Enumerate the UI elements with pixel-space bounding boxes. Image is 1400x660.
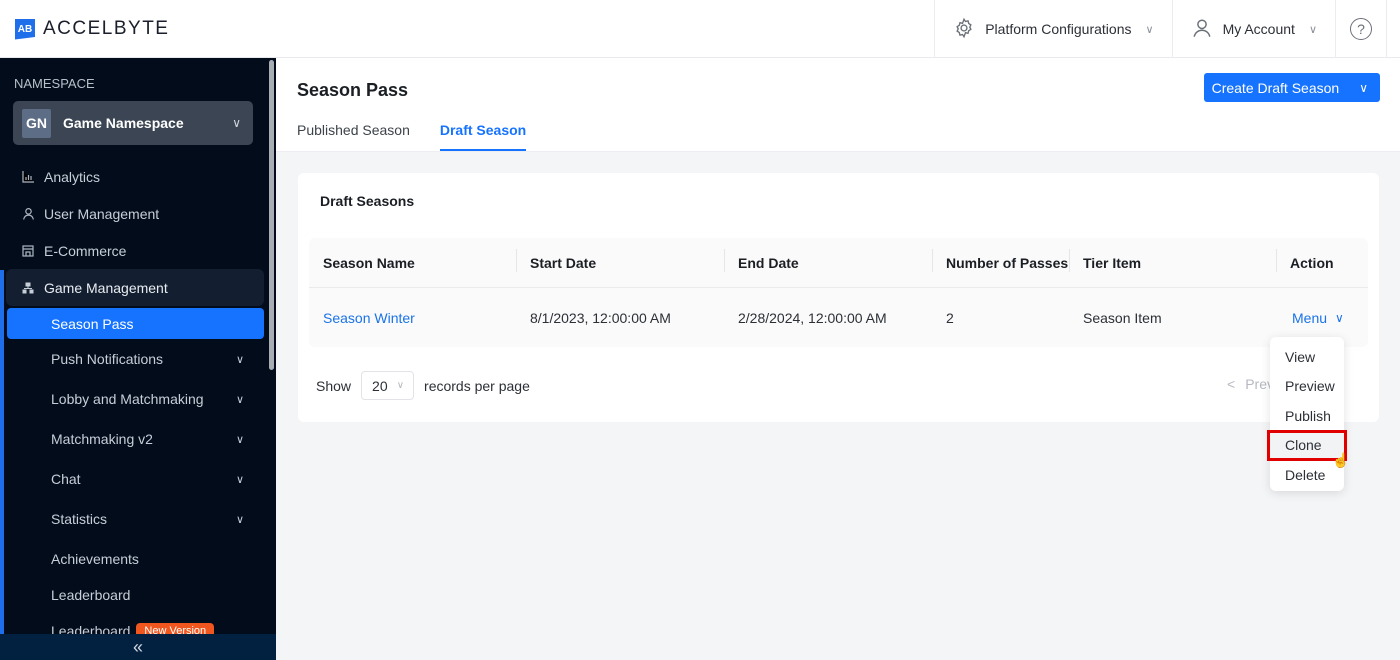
sidebar-item-label: Game Management <box>44 279 168 296</box>
sidebar-scrollbar[interactable] <box>269 60 274 370</box>
gear-icon <box>953 17 975 42</box>
sidebar-subitem-label: Leaderboard <box>51 587 131 603</box>
platform-configurations-menu[interactable]: Platform Configurations ∨ <box>934 0 1171 58</box>
help-icon: ? <box>1350 18 1372 40</box>
sidebar-item-label: E-Commerce <box>44 242 127 259</box>
sidebar-subitem-label: Chat <box>51 471 81 487</box>
chevron-down-icon: ∨ <box>235 433 244 446</box>
column-header: Start Date <box>516 248 724 272</box>
sidebar-item-e-commerce[interactable]: E-Commerce <box>0 232 270 269</box>
sidebar-subitem-matchmaking-v2[interactable]: Matchmaking v2 ∨ <box>0 419 270 459</box>
logo-mark-icon: AB <box>15 18 35 40</box>
menu-item-publish[interactable]: Publish <box>1270 401 1344 431</box>
sidebar-subitem-statistics[interactable]: Statistics ∨ <box>0 499 270 539</box>
sidebar-subitem-label: Push Notifications <box>51 351 164 367</box>
accelbyte-logo[interactable]: AB ACCELBYTE <box>15 18 169 40</box>
tier-item-cell: Season Item <box>1083 309 1162 326</box>
chevron-down-icon: ∨ <box>1335 310 1344 325</box>
column-header: Number of Passes <box>932 248 1069 272</box>
prev-page-button[interactable]: < Prev <box>1227 376 1274 392</box>
hand-cursor-icon: ☝ <box>1332 452 1350 468</box>
sidebar-subitem-season-pass[interactable]: Season Pass <box>7 308 264 339</box>
sidebar-subitem-leaderboard[interactable]: Leaderboard <box>0 579 270 611</box>
chevron-down-icon: ∨ <box>235 513 244 526</box>
create-draft-season-label: Create Draft Season <box>1211 79 1340 96</box>
my-account-label: My Account <box>1222 21 1295 37</box>
column-header: Tier Item <box>1069 248 1276 272</box>
tab-draft-season[interactable]: Draft Season <box>439 122 527 151</box>
season-name-link[interactable]: Season Winter <box>323 310 415 326</box>
chevron-down-icon: ∨ <box>396 380 405 391</box>
number-of-passes-cell: 2 <box>946 309 954 326</box>
help-button[interactable]: ? <box>1335 0 1387 58</box>
platform-configurations-label: Platform Configurations <box>985 21 1132 37</box>
action-menu-label: Menu <box>1292 309 1328 326</box>
pagination-controls: Show 20 ∨ records per page <box>316 371 530 400</box>
sitemap-icon <box>21 281 35 295</box>
sidebar-item-game-management[interactable]: Game Management <box>6 269 264 306</box>
sidebar-item-label: User Management <box>44 205 160 222</box>
sidebar-item-user-management[interactable]: User Management <box>0 195 270 232</box>
create-draft-season-button[interactable]: Create Draft Season ∨ <box>1203 73 1380 102</box>
menu-item-preview[interactable]: Preview <box>1270 372 1344 402</box>
user-icon <box>21 207 35 221</box>
show-label: Show <box>316 377 352 394</box>
namespace-label: NAMESPACE <box>14 76 95 91</box>
chevron-down-icon[interactable]: ∨ <box>1351 81 1380 95</box>
table-header: Season Name Start Date End Date Number o… <box>309 238 1368 288</box>
store-icon <box>21 244 35 258</box>
sidebar-item-label: Analytics <box>44 168 101 185</box>
page-header: Season Pass Create Draft Season ∨ Publis… <box>276 58 1400 152</box>
table-row: Season Winter 8/1/2023, 12:00:00 AM 2/28… <box>309 288 1368 347</box>
sidebar-subitem-label: Season Pass <box>51 315 134 332</box>
draft-seasons-table: Season Name Start Date End Date Number o… <box>309 238 1368 347</box>
chart-icon <box>21 170 35 184</box>
sidebar-subitem-push-notifications[interactable]: Push Notifications ∨ <box>0 339 270 379</box>
page-title: Season Pass <box>297 80 409 100</box>
sidebar: NAMESPACE GN Game Namespace ∨ Analytics … <box>0 58 276 660</box>
double-chevron-left-icon: « <box>132 636 143 657</box>
my-account-menu[interactable]: My Account ∨ <box>1171 0 1335 58</box>
logo-text: ACCELBYTE <box>43 18 170 39</box>
action-menu-button[interactable]: Menu ∨ <box>1276 310 1368 326</box>
top-header: AB ACCELBYTE Platform Configurations ∨ M… <box>0 0 1400 58</box>
user-icon <box>1191 17 1213 42</box>
sidebar-nav: Analytics User Management E-Commerce Gam… <box>0 158 270 651</box>
start-date-cell: 8/1/2023, 12:00:00 AM <box>530 309 671 326</box>
draft-seasons-card: Draft Seasons Season Name Start Date End… <box>298 173 1379 422</box>
menu-item-view[interactable]: View <box>1270 342 1344 372</box>
chevron-down-icon: ∨ <box>235 473 244 486</box>
namespace-selector[interactable]: GN Game Namespace ∨ <box>13 101 253 145</box>
chevron-left-icon: < <box>1227 376 1236 392</box>
end-date-cell: 2/28/2024, 12:00:00 AM <box>738 309 887 326</box>
column-header: Season Name <box>323 254 415 271</box>
namespace-name: Game Namespace <box>63 115 184 131</box>
column-header: End Date <box>724 248 932 272</box>
chevron-down-icon: ∨ <box>1145 23 1154 36</box>
season-tabs: Published Season Draft Season <box>297 122 527 151</box>
top-nav: Platform Configurations ∨ My Account ∨ ? <box>934 0 1400 58</box>
sidebar-subitem-label: Matchmaking v2 <box>51 431 153 447</box>
chevron-down-icon: ∨ <box>1308 23 1317 36</box>
chevron-down-icon: ∨ <box>235 353 244 366</box>
records-per-page-select[interactable]: 20 ∨ <box>361 371 415 400</box>
sidebar-subitem-achievements[interactable]: Achievements <box>0 539 270 579</box>
sidebar-subitem-chat[interactable]: Chat ∨ <box>0 459 270 499</box>
sidebar-subitem-label: Statistics <box>51 511 108 527</box>
sidebar-item-analytics[interactable]: Analytics <box>0 158 270 195</box>
records-per-page-label: records per page <box>424 377 530 394</box>
card-title: Draft Seasons <box>320 193 415 209</box>
sidebar-subitem-label: Achievements <box>51 551 139 567</box>
collapse-sidebar-button[interactable]: « <box>0 634 276 660</box>
records-per-page-value: 20 <box>372 377 388 394</box>
chevron-down-icon: ∨ <box>235 393 244 406</box>
column-header: Action <box>1276 248 1368 272</box>
tab-published-season[interactable]: Published Season <box>297 122 410 151</box>
namespace-avatar: GN <box>22 108 51 138</box>
sidebar-subitem-lobby-and-matchmaking[interactable]: Lobby and Matchmaking ∨ <box>0 379 270 419</box>
chevron-down-icon: ∨ <box>232 116 241 130</box>
sidebar-subitem-label: Lobby and Matchmaking <box>51 391 204 407</box>
